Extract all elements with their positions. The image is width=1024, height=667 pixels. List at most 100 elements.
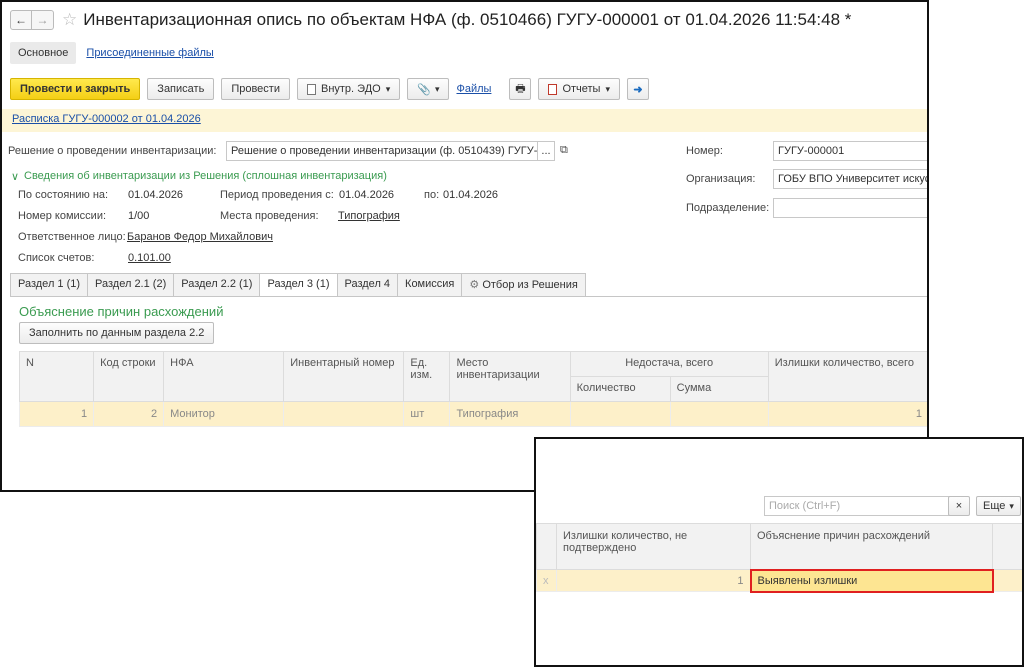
tab-decision-selection[interactable]: ⚙ Отбор из Решения bbox=[461, 273, 586, 296]
zoomed-table-inset: Поиск (Ctrl+F) × Еще ▾ Излишки количеств… bbox=[534, 437, 1024, 667]
receipt-link[interactable]: Расписка ГУГУ-000002 от 01.04.2026 bbox=[12, 113, 201, 125]
internal-edo-label: Внутр. ЭДО bbox=[320, 83, 381, 95]
places-link[interactable]: Типография bbox=[338, 210, 400, 222]
col-n[interactable]: N bbox=[18, 351, 95, 402]
tab-section-1[interactable]: Раздел 1 (1) bbox=[10, 273, 89, 296]
paperclip-icon: 📎 bbox=[417, 83, 431, 96]
col-shortage-group[interactable]: Недостача, всего bbox=[569, 351, 769, 377]
cell-surplus-total[interactable]: 1 bbox=[767, 401, 927, 427]
number-field[interactable]: ГУГУ-000001 bbox=[773, 141, 927, 161]
go-next-button[interactable]: ➜ bbox=[627, 78, 649, 100]
discrepancy-table: N Код строки НФА Инвентарный номер Ед. и… bbox=[18, 351, 927, 427]
accounts-link[interactable]: 0.101.00 bbox=[128, 252, 171, 264]
tabs-divider bbox=[10, 296, 927, 297]
organization-field[interactable]: ГОБУ ВПО Университет искусс bbox=[773, 169, 927, 189]
files-link[interactable]: Файлы bbox=[456, 83, 491, 95]
col-surplus-total[interactable]: Излишки количество, всего bbox=[767, 351, 927, 402]
cell-n[interactable]: 1 bbox=[18, 401, 95, 427]
arrow-right-icon: ➜ bbox=[633, 83, 643, 96]
decision-field[interactable]: Решение о проведении инвентаризации (ф. … bbox=[226, 141, 538, 161]
fill-from-section-2-2-button[interactable]: Заполнить по данным раздела 2.2 bbox=[19, 322, 215, 344]
cell-unit[interactable]: шт bbox=[403, 401, 451, 427]
col-shortage-sum[interactable]: Сумма bbox=[669, 376, 769, 402]
chevron-down-icon: ▾ bbox=[1009, 500, 1014, 511]
subtab-main[interactable]: Основное bbox=[10, 42, 77, 64]
post-button[interactable]: Провести bbox=[221, 78, 290, 100]
command-bar: Провести и закрыть Записать Провести Вну… bbox=[10, 78, 656, 100]
as-of-label: По состоянию на: bbox=[18, 189, 109, 201]
department-label: Подразделение: bbox=[686, 202, 770, 214]
tab-section-2-1[interactable]: Раздел 2.1 (2) bbox=[87, 273, 175, 296]
open-icon[interactable]: ⧉ bbox=[560, 144, 568, 157]
cell-mark: x bbox=[536, 569, 557, 592]
cell-line-code[interactable]: 2 bbox=[93, 401, 165, 427]
search-input[interactable]: Поиск (Ctrl+F) bbox=[764, 496, 954, 516]
gear-icon: ⚙ bbox=[469, 279, 480, 291]
save-button[interactable]: Записать bbox=[147, 78, 215, 100]
col-discrepancy-reason[interactable]: Объяснение причин расхождений bbox=[750, 523, 993, 570]
as-of-value: 01.04.2026 bbox=[128, 189, 184, 201]
favorite-star-icon[interactable]: ☆ bbox=[62, 10, 77, 30]
col-line-code[interactable]: Код строки bbox=[93, 351, 165, 402]
info-toggle-icon[interactable]: ∨ bbox=[11, 170, 19, 183]
info-group-title[interactable]: Сведения об инвентаризации из Решения (с… bbox=[24, 170, 387, 182]
cell-discrepancy-reason[interactable]: Выявлены излишки bbox=[749, 568, 994, 593]
related-documents-banner: Расписка ГУГУ-000002 от 01.04.2026 bbox=[2, 109, 927, 132]
internal-edo-button[interactable]: Внутр. ЭДО ▾ bbox=[296, 78, 401, 100]
post-and-close-button[interactable]: Провести и закрыть bbox=[10, 78, 141, 100]
responsible-link[interactable]: Баранов Федор Михайлович bbox=[127, 231, 273, 243]
table-row[interactable]: 1 2 Монитор шт Типография 1 bbox=[18, 401, 927, 427]
chevron-down-icon: ▾ bbox=[385, 83, 391, 94]
chevron-down-icon: ▾ bbox=[605, 83, 610, 94]
decision-label: Решение о проведении инвентаризации: bbox=[8, 145, 217, 157]
decision-select-button[interactable]: ... bbox=[537, 141, 555, 161]
tab-section-2-2[interactable]: Раздел 2.2 (1) bbox=[173, 273, 261, 296]
period-to-value: 01.04.2026 bbox=[443, 189, 499, 201]
period-to-label: по: bbox=[424, 189, 440, 201]
attach-button[interactable]: 📎 ▾ bbox=[407, 78, 450, 100]
subtab-attached-files[interactable]: Присоединенные файлы bbox=[86, 47, 213, 59]
table-row[interactable]: x 1 Выявлены излишки bbox=[536, 568, 1022, 593]
cell-surplus-unconfirmed[interactable]: 1 bbox=[556, 569, 751, 592]
cell-nfa[interactable]: Монитор bbox=[163, 401, 285, 427]
col-spacer bbox=[992, 523, 1022, 570]
section-tabs: Раздел 1 (1) Раздел 2.1 (2) Раздел 2.2 (… bbox=[10, 273, 586, 297]
more-button[interactable]: Еще ▾ bbox=[976, 496, 1021, 516]
reports-label: Отчеты bbox=[562, 83, 601, 95]
back-button[interactable]: ← bbox=[10, 10, 32, 30]
form-subtabs: Основное Присоединенные файлы bbox=[10, 42, 214, 64]
reports-button[interactable]: Отчеты ▾ bbox=[538, 78, 620, 100]
nav-buttons: ← → bbox=[10, 10, 54, 30]
cell-spacer bbox=[992, 569, 1022, 592]
inset-table: Излишки количество, не подтверждено Объя… bbox=[536, 523, 1022, 593]
forward-button[interactable]: → bbox=[32, 10, 54, 30]
title-bar: ← → ☆ Инвентаризационная опись по объект… bbox=[2, 2, 927, 38]
cell-shortage-sum[interactable] bbox=[669, 401, 769, 427]
col-unit[interactable]: Ед. изм. bbox=[403, 351, 451, 402]
period-from-value: 01.04.2026 bbox=[339, 189, 395, 201]
section-title: Объяснение причин расхождений bbox=[19, 304, 224, 319]
department-field[interactable] bbox=[773, 198, 927, 218]
col-inventory-number[interactable]: Инвентарный номер bbox=[283, 351, 405, 402]
col-prev-edge bbox=[536, 523, 557, 570]
tab-section-4[interactable]: Раздел 4 bbox=[336, 273, 399, 296]
organization-label: Организация: bbox=[686, 173, 756, 185]
col-shortage-quantity[interactable]: Количество bbox=[569, 376, 671, 402]
cell-shortage-quantity[interactable] bbox=[569, 401, 671, 427]
period-from-label: Период проведения с: bbox=[220, 189, 334, 201]
window-title: Инвентаризационная опись по объектам НФА… bbox=[83, 10, 852, 29]
col-place[interactable]: Место инвентаризации bbox=[449, 351, 571, 402]
more-label: Еще bbox=[983, 500, 1006, 512]
print-button[interactable]: 🖶 bbox=[509, 78, 532, 100]
printer-icon: 🖶 bbox=[515, 82, 526, 95]
places-label: Места проведения: bbox=[220, 210, 319, 222]
col-nfa[interactable]: НФА bbox=[163, 351, 285, 402]
search-clear-button[interactable]: × bbox=[948, 496, 970, 516]
cell-inventory-number[interactable] bbox=[283, 401, 405, 427]
tab-commission[interactable]: Комиссия bbox=[397, 273, 463, 296]
cell-place[interactable]: Типография bbox=[449, 401, 571, 427]
col-surplus-unconfirmed[interactable]: Излишки количество, не подтверждено bbox=[556, 523, 751, 570]
number-label: Номер: bbox=[686, 145, 723, 157]
accounts-label: Список счетов: bbox=[18, 252, 95, 264]
tab-section-3[interactable]: Раздел 3 (1) bbox=[259, 273, 338, 297]
